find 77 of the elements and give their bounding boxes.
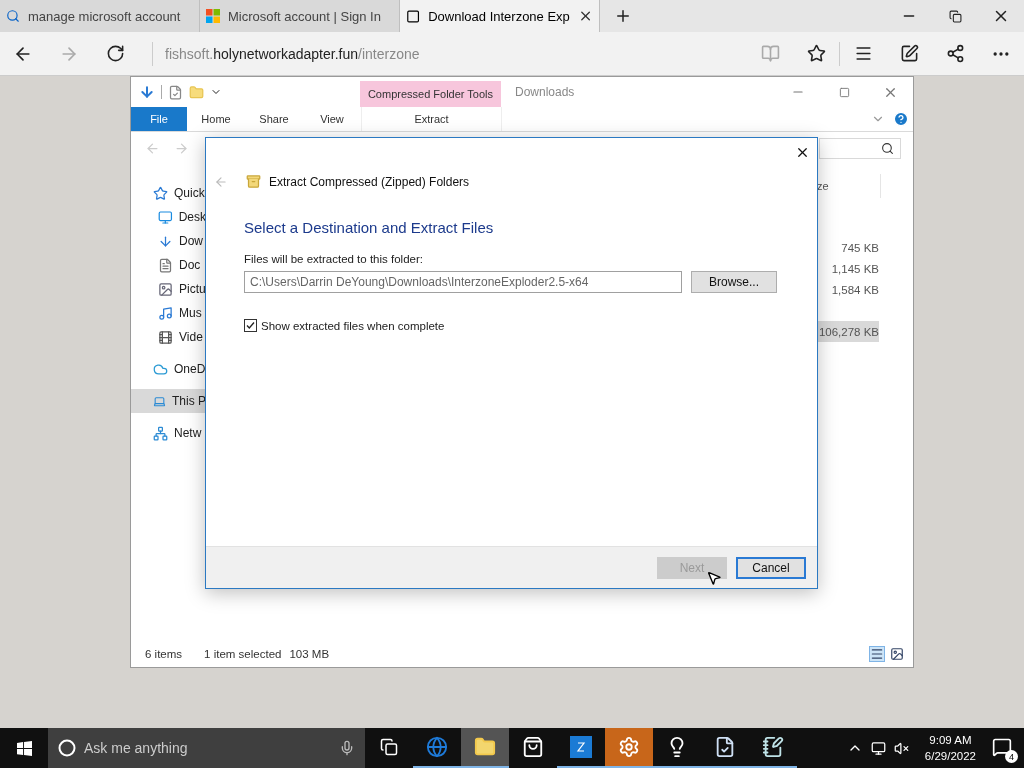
windows-logo-icon	[206, 9, 220, 23]
document-icon	[158, 257, 173, 273]
size-cell-text: 1,145 KB	[830, 261, 879, 277]
download-icon[interactable]	[139, 84, 155, 100]
browser-tab[interactable]: Microsoft account | Sign In	[200, 0, 400, 32]
volume-muted-icon[interactable]	[893, 740, 909, 756]
size-cell-text: 745 KB	[840, 240, 879, 256]
field-label: Files will be extracted to this folder:	[244, 253, 424, 265]
shopping-bag-icon[interactable]	[522, 736, 544, 758]
globe-icon[interactable]	[426, 736, 448, 758]
taskbar-search-field[interactable]: Ask me anything	[48, 728, 365, 768]
nav-item[interactable]: Desk	[131, 205, 206, 229]
context-tab-header: Compressed Folder Tools	[360, 81, 501, 107]
item-count: 6 items	[145, 648, 183, 660]
music-note-icon	[158, 305, 173, 321]
notification-count: 4	[1005, 750, 1018, 763]
thumbnail-view-button[interactable]	[889, 646, 905, 662]
checkbox[interactable]	[244, 319, 257, 332]
cancel-button[interactable]: Cancel	[736, 556, 806, 579]
clock[interactable]: 9:09 AM 6/29/2022	[924, 732, 976, 764]
picture-icon	[158, 281, 173, 297]
selection-size: 103 MB	[289, 648, 330, 660]
nav-item[interactable]: Dow	[131, 229, 206, 253]
windows-logo-icon	[16, 740, 32, 756]
share-icon[interactable]	[945, 44, 965, 63]
desktop-icon	[158, 209, 173, 225]
nav-item[interactable]: Quick	[131, 181, 206, 205]
mouse-cursor-icon	[706, 570, 722, 586]
ribbon-tab[interactable]: File	[131, 107, 187, 131]
download-icon	[158, 233, 173, 249]
search-icon	[6, 9, 20, 23]
notepad-icon[interactable]	[714, 736, 736, 758]
new-tab-icon[interactable]	[614, 7, 632, 25]
properties-icon[interactable]	[168, 84, 183, 100]
browser-tab[interactable]: manage microsoft account	[0, 0, 200, 32]
maximize-icon[interactable]	[838, 86, 850, 98]
folder-icon[interactable]	[474, 736, 496, 758]
cortana-icon	[58, 739, 76, 757]
ribbon-tab[interactable]: Extract	[361, 107, 502, 131]
checkbox-label: Show extracted files when complete	[261, 319, 445, 332]
restore-icon[interactable]	[948, 9, 962, 23]
nav-item[interactable]: Doc	[131, 253, 206, 277]
refresh-icon[interactable]	[105, 44, 125, 63]
star-icon	[153, 185, 168, 201]
nav-item[interactable]: Vide	[131, 325, 206, 349]
network-icon[interactable]	[870, 740, 886, 756]
window-title: Downloads	[515, 85, 576, 99]
selection-info: 1 item selected	[204, 648, 282, 660]
dialog-title: Extract Compressed (Zipped) Folders	[269, 174, 470, 189]
app-tile-icon[interactable]	[570, 736, 592, 758]
dialog-heading: Select a Destination and Extract Files	[244, 219, 495, 236]
search-icon	[881, 141, 894, 155]
browser-tab[interactable]: Download Interzone Exp	[400, 0, 600, 32]
notebook-icon[interactable]	[762, 736, 784, 758]
nav-item[interactable]: This P	[131, 389, 206, 413]
hub-icon[interactable]	[853, 44, 873, 63]
search-field[interactable]	[819, 137, 901, 159]
size-cell-text: 1,584 KB	[830, 282, 879, 298]
film-icon	[158, 329, 173, 345]
browse-button[interactable]: Browse...	[691, 271, 777, 293]
details-view-button[interactable]	[869, 646, 885, 662]
nav-item[interactable]: Pictu	[131, 277, 206, 301]
nav-item[interactable]: Mus	[131, 301, 206, 325]
pen-icon[interactable]	[899, 44, 919, 63]
gear-icon[interactable]	[618, 736, 640, 758]
task-view-icon[interactable]	[380, 738, 398, 756]
page-icon	[406, 8, 421, 24]
network-icon	[153, 425, 168, 441]
favorite-icon[interactable]	[806, 44, 826, 63]
size-cell: 106,278 KB	[817, 321, 879, 342]
zip-folder-icon	[246, 174, 261, 189]
nav-item[interactable]: Netw	[131, 421, 206, 445]
help-icon[interactable]	[893, 111, 909, 127]
microphone-icon[interactable]	[339, 740, 355, 756]
destination-field[interactable]: C:\Users\Darrin DeYoung\Downloads\InterzoneExploder2.5-x64	[244, 271, 682, 293]
nav-item[interactable]: OneD	[131, 357, 206, 381]
cloud-icon	[153, 361, 168, 377]
